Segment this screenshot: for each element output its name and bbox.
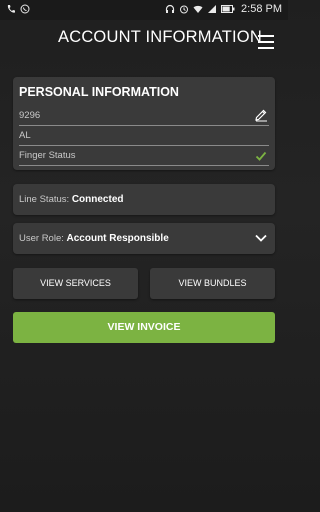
personal-information-card: PERSONAL INFORMATION 9296 AL Finger Stat…: [13, 77, 275, 170]
id-value: 9296: [19, 110, 41, 121]
name-field: AL: [19, 127, 269, 146]
user-role-label: User Role:: [19, 233, 64, 244]
user-role-row: User Role: Account Responsible: [19, 233, 169, 244]
page-title: ACCOUNT INFORMATION: [58, 28, 262, 46]
whatsapp-icon: [20, 4, 30, 14]
phone-icon: [7, 5, 15, 13]
line-status-value: Connected: [71, 194, 124, 205]
status-bar: 2:58 PM: [0, 0, 288, 20]
status-right: 2:58 PM: [165, 3, 282, 15]
user-role-dropdown[interactable]: User Role: Account Responsible: [13, 223, 275, 254]
alarm-icon: [180, 5, 189, 14]
chevron-down-icon[interactable]: [255, 233, 267, 243]
line-status-label: Line Status:: [19, 194, 70, 205]
headphones-icon: [165, 4, 175, 13]
status-left: [6, 4, 30, 14]
signal-icon: [208, 5, 217, 13]
name-value: AL: [19, 130, 31, 141]
wifi-icon: [193, 5, 203, 13]
view-invoice-button[interactable]: VIEW INVOICE: [13, 312, 275, 343]
view-services-button[interactable]: VIEW SERVICES: [13, 268, 138, 299]
finger-status-label: Finger Status: [19, 150, 76, 161]
line-status-row: Line Status: Connected: [19, 194, 123, 205]
status-time: 2:58 PM: [241, 3, 282, 15]
view-bundles-button[interactable]: VIEW BUNDLES: [150, 268, 275, 299]
app-header: ACCOUNT INFORMATION: [0, 20, 288, 60]
finger-status-field: Finger Status: [19, 147, 269, 166]
user-role-value: Account Responsible: [66, 233, 169, 244]
hamburger-menu-icon[interactable]: [258, 35, 274, 49]
check-icon: [255, 151, 267, 161]
line-status-card: Line Status: Connected: [13, 184, 275, 215]
battery-icon: [221, 5, 235, 13]
card-title: PERSONAL INFORMATION: [19, 85, 179, 99]
edit-pencil-icon[interactable]: [253, 107, 269, 123]
id-field: 9296: [19, 107, 269, 126]
